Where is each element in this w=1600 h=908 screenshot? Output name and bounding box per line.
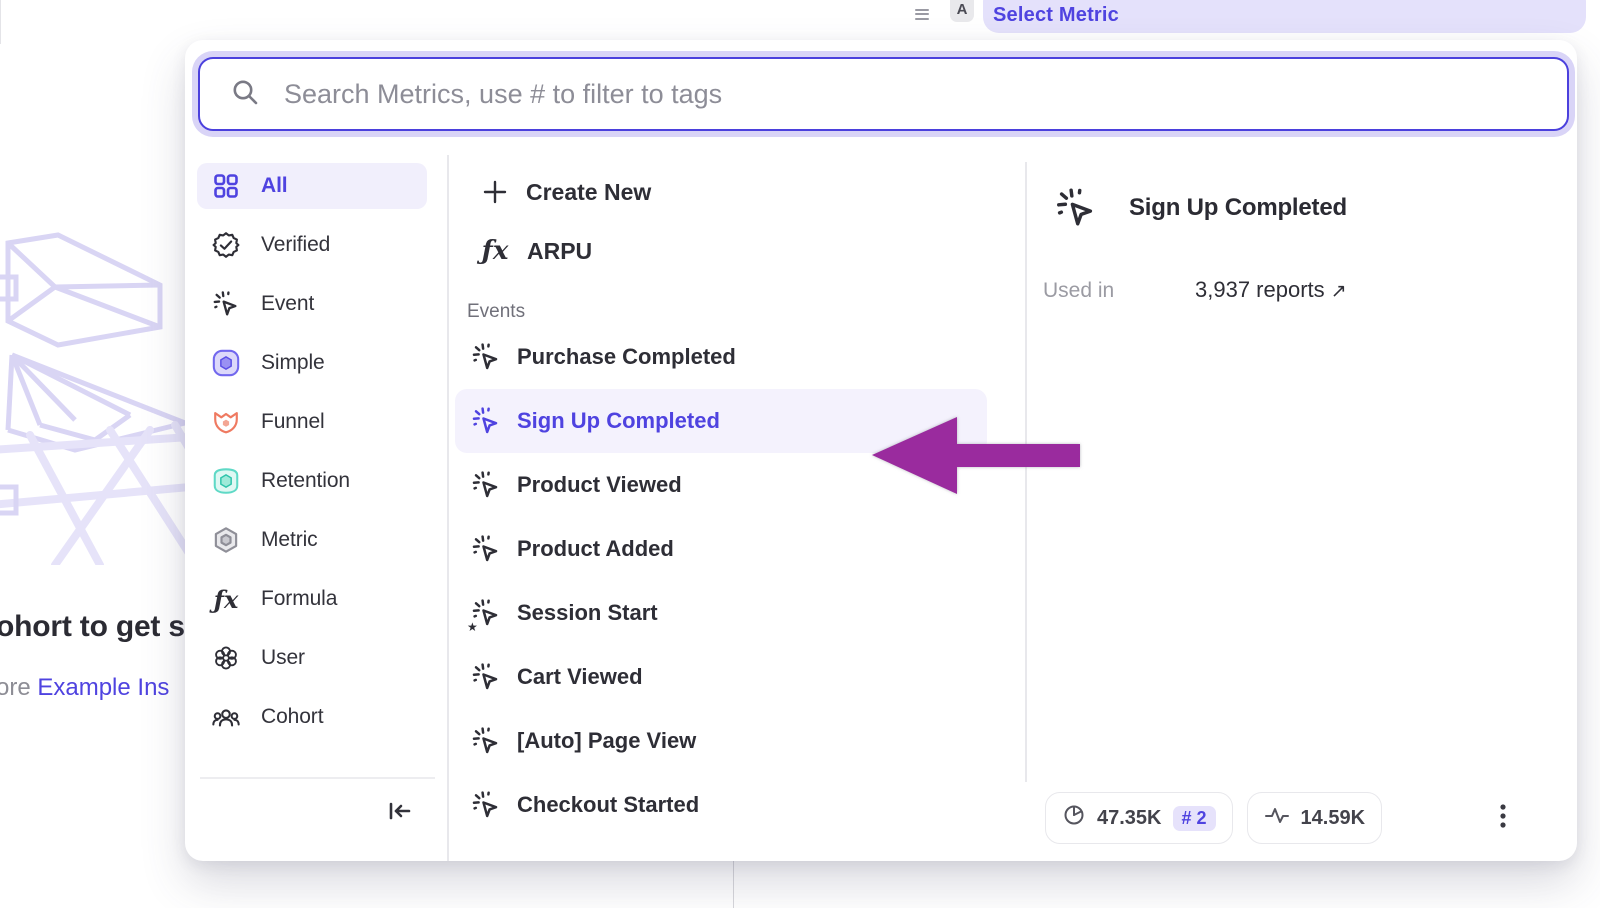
- sidebar-item-retention[interactable]: Retention: [197, 458, 427, 504]
- decorative-wireframe-illustration: [0, 225, 190, 565]
- example-insights-link[interactable]: Example Ins: [37, 674, 169, 701]
- search-input[interactable]: [282, 78, 1567, 111]
- formula-fx-icon: ƒx: [211, 584, 241, 614]
- metric-item-label: Sign Up Completed: [517, 408, 720, 434]
- metric-search-box[interactable]: [198, 57, 1569, 131]
- verified-badge-icon: [211, 230, 241, 260]
- kebab-menu-icon[interactable]: [1491, 801, 1515, 831]
- sidebar-item-formula[interactable]: ƒx Formula: [197, 576, 427, 622]
- sidebar-item-label: User: [261, 646, 305, 670]
- search-icon: [230, 77, 260, 112]
- cohort-people-icon: [211, 702, 241, 732]
- event-cursor-icon: [1053, 185, 1099, 231]
- event-cursor-icon: [470, 789, 502, 821]
- simple-square-icon: [211, 348, 241, 378]
- sidebar-item-label: Cohort: [261, 705, 323, 729]
- total-count-chip[interactable]: 47.35K # 2: [1045, 792, 1233, 844]
- external-link-arrow: ↗: [1331, 281, 1347, 302]
- used-in-reports-link[interactable]: 3,937 reports ↗: [1195, 277, 1347, 303]
- create-new-label: Create New: [526, 179, 651, 206]
- event-cursor-icon: [211, 289, 241, 319]
- sidebar-footer-divider: [200, 777, 435, 779]
- unique-count-chip[interactable]: 14.59K: [1247, 792, 1383, 844]
- metric-item-label: Cart Viewed: [517, 664, 643, 690]
- funnel-icon: [211, 407, 241, 437]
- select-metric-label: Select Metric: [993, 4, 1119, 27]
- event-cursor-icon: [470, 405, 502, 437]
- detail-title: Sign Up Completed: [1129, 194, 1347, 222]
- background-subtext: ore Example Ins: [0, 674, 169, 702]
- sidebar-item-label: Event: [261, 292, 314, 316]
- metric-item-label: [Auto] Page View: [517, 728, 696, 754]
- retention-icon: [211, 466, 241, 496]
- sidebar-item-simple[interactable]: Simple: [197, 340, 427, 386]
- metric-list: Create New ƒx ARPU Events Purchase Compl…: [447, 155, 1025, 861]
- create-new-button[interactable]: Create New: [447, 168, 1025, 216]
- user-cluster-icon: [211, 643, 241, 673]
- metric-item-label: ARPU: [527, 238, 592, 265]
- sidebar-item-label: Retention: [261, 469, 350, 493]
- app-canvas: A Select Metric ohort to get s: [0, 0, 1600, 908]
- event-cursor-icon: [470, 341, 502, 373]
- event-cursor-icon: [470, 725, 502, 757]
- sidebar-item-label: All: [261, 174, 288, 198]
- metric-stats-row: 47.35K # 2 14.59K: [1045, 792, 1382, 844]
- panel-divider: [0, 0, 1, 44]
- plus-icon: [480, 177, 510, 207]
- sidebar-item-metric[interactable]: Metric: [197, 517, 427, 563]
- event-cursor-icon: [470, 661, 502, 693]
- sidebar-item-user[interactable]: User: [197, 635, 427, 681]
- drag-handle-icon[interactable]: [915, 6, 929, 20]
- sidebar-item-label: Simple: [261, 351, 325, 375]
- background-subtext-fragment: ore: [0, 674, 37, 701]
- background-heading-fragment: ohort to get s: [0, 610, 185, 644]
- metric-list-item[interactable]: ★ Session Start: [455, 581, 987, 645]
- sidebar-item-cohort[interactable]: Cohort: [197, 694, 427, 740]
- reports-count: 3,937 reports: [1195, 277, 1325, 302]
- pie-chart-icon: [1062, 803, 1086, 833]
- metric-list-item[interactable]: Product Viewed: [455, 453, 987, 517]
- metric-list-item[interactable]: Purchase Completed: [455, 325, 987, 389]
- sidebar-item-label: Verified: [261, 233, 330, 257]
- metric-list-item[interactable]: Checkout Started: [455, 773, 987, 837]
- panel-divider: [733, 860, 734, 908]
- series-a-badge[interactable]: A: [950, 0, 974, 22]
- event-cursor-star-icon: ★: [470, 597, 502, 629]
- metric-list-item-arpu[interactable]: ƒx ARPU: [447, 227, 1025, 275]
- sidebar-item-funnel[interactable]: Funnel: [197, 399, 427, 445]
- rank-badge: # 2: [1173, 806, 1216, 831]
- metric-item-label: Purchase Completed: [517, 344, 736, 370]
- picker-columns: All Verified Event: [185, 155, 1577, 861]
- metric-item-label: Product Added: [517, 536, 674, 562]
- stat-value: 14.59K: [1301, 807, 1366, 830]
- metric-item-label: Session Start: [517, 600, 658, 626]
- sidebar-item-label: Funnel: [261, 410, 325, 434]
- sidebar-item-event[interactable]: Event: [197, 281, 427, 327]
- metric-picker-dialog: All Verified Event: [185, 40, 1577, 861]
- events-section-header: Events: [467, 299, 1025, 325]
- metric-item-label: Checkout Started: [517, 792, 699, 818]
- metric-list-item[interactable]: Cart Viewed: [455, 645, 987, 709]
- category-sidebar: All Verified Event: [197, 163, 427, 740]
- metric-hexagon-icon: [211, 525, 241, 555]
- metric-item-label: Product Viewed: [517, 472, 682, 498]
- pulse-icon: [1264, 803, 1290, 833]
- sidebar-item-verified[interactable]: Verified: [197, 222, 427, 268]
- metric-list-item[interactable]: [Auto] Page View: [455, 709, 987, 773]
- select-metric-button[interactable]: Select Metric: [983, 0, 1586, 33]
- collapse-panel-icon[interactable]: [383, 795, 415, 827]
- event-cursor-icon: [470, 469, 502, 501]
- sidebar-item-label: Formula: [261, 587, 337, 611]
- metric-list-item[interactable]: Product Added: [455, 517, 987, 581]
- formula-fx-icon: ƒx: [477, 236, 513, 266]
- grid-icon: [211, 171, 241, 201]
- event-cursor-icon: [470, 533, 502, 565]
- metric-detail-panel: Sign Up Completed Used in 3,937 reports ↗…: [1025, 155, 1577, 861]
- metric-list-item-selected[interactable]: Sign Up Completed: [455, 389, 987, 453]
- sidebar-item-all[interactable]: All: [197, 163, 427, 209]
- sidebar-item-label: Metric: [261, 528, 318, 552]
- stat-value: 47.35K: [1097, 807, 1162, 830]
- used-in-label: Used in: [1043, 279, 1114, 303]
